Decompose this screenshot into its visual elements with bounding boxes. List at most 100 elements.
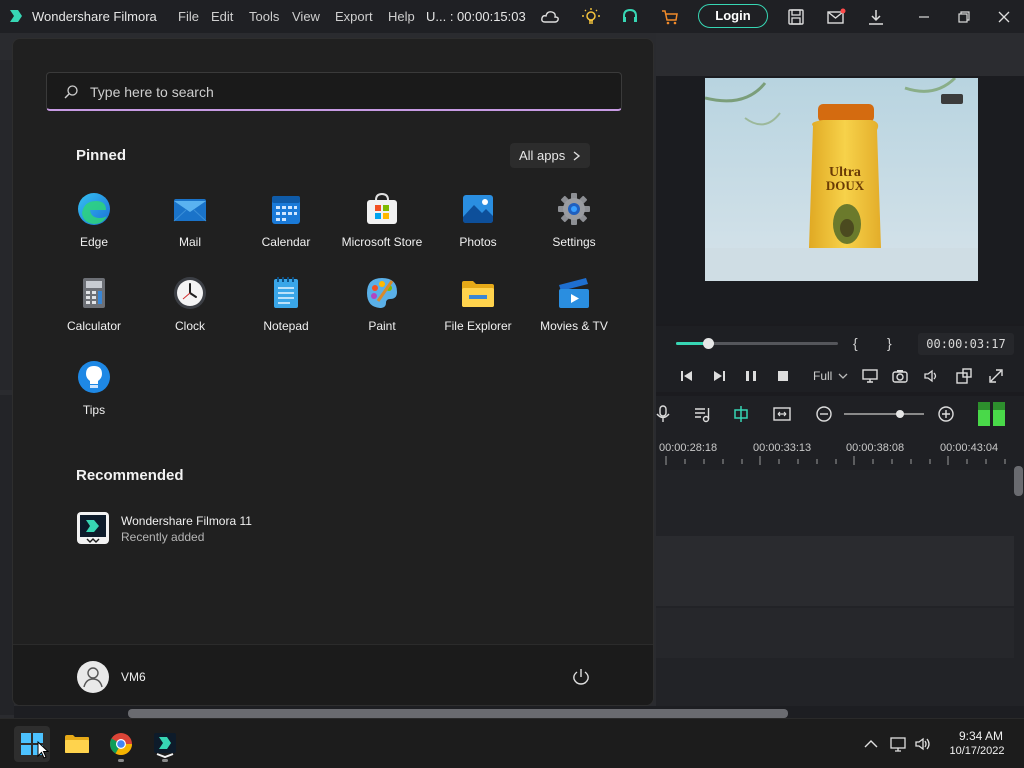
fit-timeline-icon[interactable] bbox=[772, 404, 792, 424]
mouse-cursor-icon bbox=[37, 741, 49, 759]
app-label: Tips bbox=[82, 403, 106, 417]
player-header bbox=[656, 33, 1024, 76]
lightbulb-icon bbox=[78, 361, 110, 393]
login-button[interactable]: Login bbox=[698, 4, 768, 28]
volume-icon[interactable] bbox=[922, 367, 940, 385]
taskbar-filmora[interactable] bbox=[147, 726, 183, 762]
zoom-slider-track[interactable] bbox=[844, 413, 924, 415]
zoom-out-icon[interactable] bbox=[814, 404, 834, 424]
chevron-down-icon bbox=[838, 373, 848, 379]
start-menu-footer: VM6 bbox=[13, 644, 653, 705]
pinned-app-microsoft-store[interactable]: Microsoft Store bbox=[334, 187, 430, 267]
audio-mixer-icon[interactable] bbox=[692, 404, 712, 424]
download-icon[interactable] bbox=[866, 7, 886, 27]
pinned-app-settings[interactable]: Settings bbox=[526, 187, 622, 267]
power-icon[interactable] bbox=[571, 667, 591, 687]
pinned-app-notepad[interactable]: Notepad bbox=[238, 271, 334, 351]
pip-icon[interactable] bbox=[955, 367, 973, 385]
snapshot-camera-icon[interactable] bbox=[891, 367, 909, 385]
pinned-app-clock[interactable]: Clock bbox=[142, 271, 238, 351]
cloud-icon[interactable] bbox=[540, 7, 560, 27]
taskbar-file-explorer[interactable] bbox=[59, 726, 95, 762]
recommended-item-filmora[interactable]: Wondershare Filmora 11 Recently added bbox=[76, 509, 336, 549]
filmora-app-icon bbox=[154, 733, 176, 759]
menu-tools[interactable]: Tools bbox=[249, 9, 279, 24]
calculator-icon bbox=[83, 278, 105, 308]
all-apps-label: All apps bbox=[519, 148, 566, 163]
menu-view[interactable]: View bbox=[292, 9, 320, 24]
pinned-app-file-explorer[interactable]: File Explorer bbox=[430, 271, 526, 351]
running-indicator bbox=[118, 759, 124, 762]
paint-icon bbox=[367, 278, 397, 308]
zoom-slider-handle[interactable] bbox=[896, 410, 904, 418]
app-label: Movies & TV bbox=[540, 319, 608, 333]
current-time-readout: 00:00:03:17 bbox=[918, 333, 1014, 355]
close-icon[interactable] bbox=[994, 7, 1014, 27]
chevron-right-icon bbox=[573, 151, 581, 161]
previous-frame-icon[interactable] bbox=[678, 367, 696, 385]
mark-out-button[interactable]: } bbox=[887, 335, 892, 351]
minimize-icon[interactable] bbox=[914, 7, 934, 27]
fullscreen-icon[interactable] bbox=[987, 367, 1005, 385]
pinned-app-mail[interactable]: Mail bbox=[142, 187, 238, 267]
microphone-icon[interactable] bbox=[653, 404, 673, 424]
folder-icon bbox=[462, 281, 494, 307]
menu-export[interactable]: Export bbox=[335, 9, 373, 24]
next-frame-icon[interactable] bbox=[710, 367, 728, 385]
menu-help[interactable]: Help bbox=[388, 9, 415, 24]
user-name[interactable]: VM6 bbox=[121, 670, 146, 684]
start-search-input[interactable]: Type here to search bbox=[46, 72, 622, 111]
filmora-app-icon bbox=[77, 512, 109, 544]
save-icon[interactable] bbox=[786, 7, 806, 27]
all-apps-button[interactable]: All apps bbox=[510, 143, 590, 168]
calendar-icon bbox=[272, 196, 300, 224]
zoom-in-icon[interactable] bbox=[936, 404, 956, 424]
volume-icon[interactable] bbox=[914, 735, 932, 753]
start-menu: Type here to search Pinned All apps Edge… bbox=[12, 38, 654, 706]
mail-notification-icon[interactable] bbox=[826, 7, 846, 27]
filmora-logo-icon bbox=[10, 10, 22, 22]
ruler-ticks bbox=[665, 456, 1006, 465]
taskbar-chrome[interactable] bbox=[103, 726, 139, 762]
mail-icon bbox=[173, 199, 207, 222]
network-icon[interactable] bbox=[889, 735, 907, 753]
lightbulb-icon[interactable] bbox=[581, 7, 601, 27]
snap-icon[interactable] bbox=[731, 404, 751, 424]
pinned-app-tips[interactable]: Tips bbox=[46, 355, 142, 435]
recommended-title: Recommended bbox=[76, 467, 184, 484]
movies-icon bbox=[559, 278, 589, 308]
ruler-label: 00:00:33:13 bbox=[753, 442, 812, 454]
chevron-up-icon[interactable] bbox=[862, 735, 880, 753]
taskbar-clock-date[interactable]: 10/17/2022 bbox=[942, 745, 1012, 757]
timeline-track[interactable] bbox=[656, 536, 1014, 606]
restore-icon[interactable] bbox=[954, 7, 974, 27]
headset-support-icon[interactable] bbox=[620, 7, 640, 27]
pinned-app-edge[interactable]: Edge bbox=[46, 187, 142, 267]
app-title: Wondershare Filmora bbox=[32, 9, 157, 24]
timeline-track[interactable] bbox=[656, 608, 1014, 658]
recommended-subtitle: Recently added bbox=[121, 530, 205, 544]
timeline-vertical-scrollbar[interactable] bbox=[1014, 466, 1023, 496]
pinned-app-movies-tv[interactable]: Movies & TV bbox=[526, 271, 622, 351]
stop-icon[interactable] bbox=[774, 367, 792, 385]
pause-icon[interactable] bbox=[742, 367, 760, 385]
ruler-label: 00:00:38:08 bbox=[846, 442, 905, 454]
pinned-app-paint[interactable]: Paint bbox=[334, 271, 430, 351]
ruler-label: 00:00:28:18 bbox=[659, 442, 718, 454]
pinned-app-calculator[interactable]: Calculator bbox=[46, 271, 142, 351]
pinned-app-photos[interactable]: Photos bbox=[430, 187, 526, 267]
cart-icon[interactable] bbox=[660, 7, 680, 27]
display-settings-icon[interactable] bbox=[861, 367, 879, 385]
audio-meter-icon bbox=[978, 402, 1005, 426]
notepad-icon bbox=[274, 277, 298, 308]
user-icon bbox=[83, 667, 103, 688]
horizontal-scrollbar-thumb[interactable] bbox=[128, 709, 788, 718]
menu-edit[interactable]: Edit bbox=[211, 9, 233, 24]
quality-select[interactable]: Full bbox=[813, 369, 832, 383]
pinned-app-calendar[interactable]: Calendar bbox=[238, 187, 334, 267]
menu-file[interactable]: File bbox=[178, 9, 199, 24]
pinned-title: Pinned bbox=[76, 147, 127, 164]
taskbar-clock-time[interactable]: 9:34 AM bbox=[950, 729, 1012, 743]
mark-in-button[interactable]: { bbox=[853, 335, 858, 351]
avatar[interactable] bbox=[77, 661, 109, 693]
